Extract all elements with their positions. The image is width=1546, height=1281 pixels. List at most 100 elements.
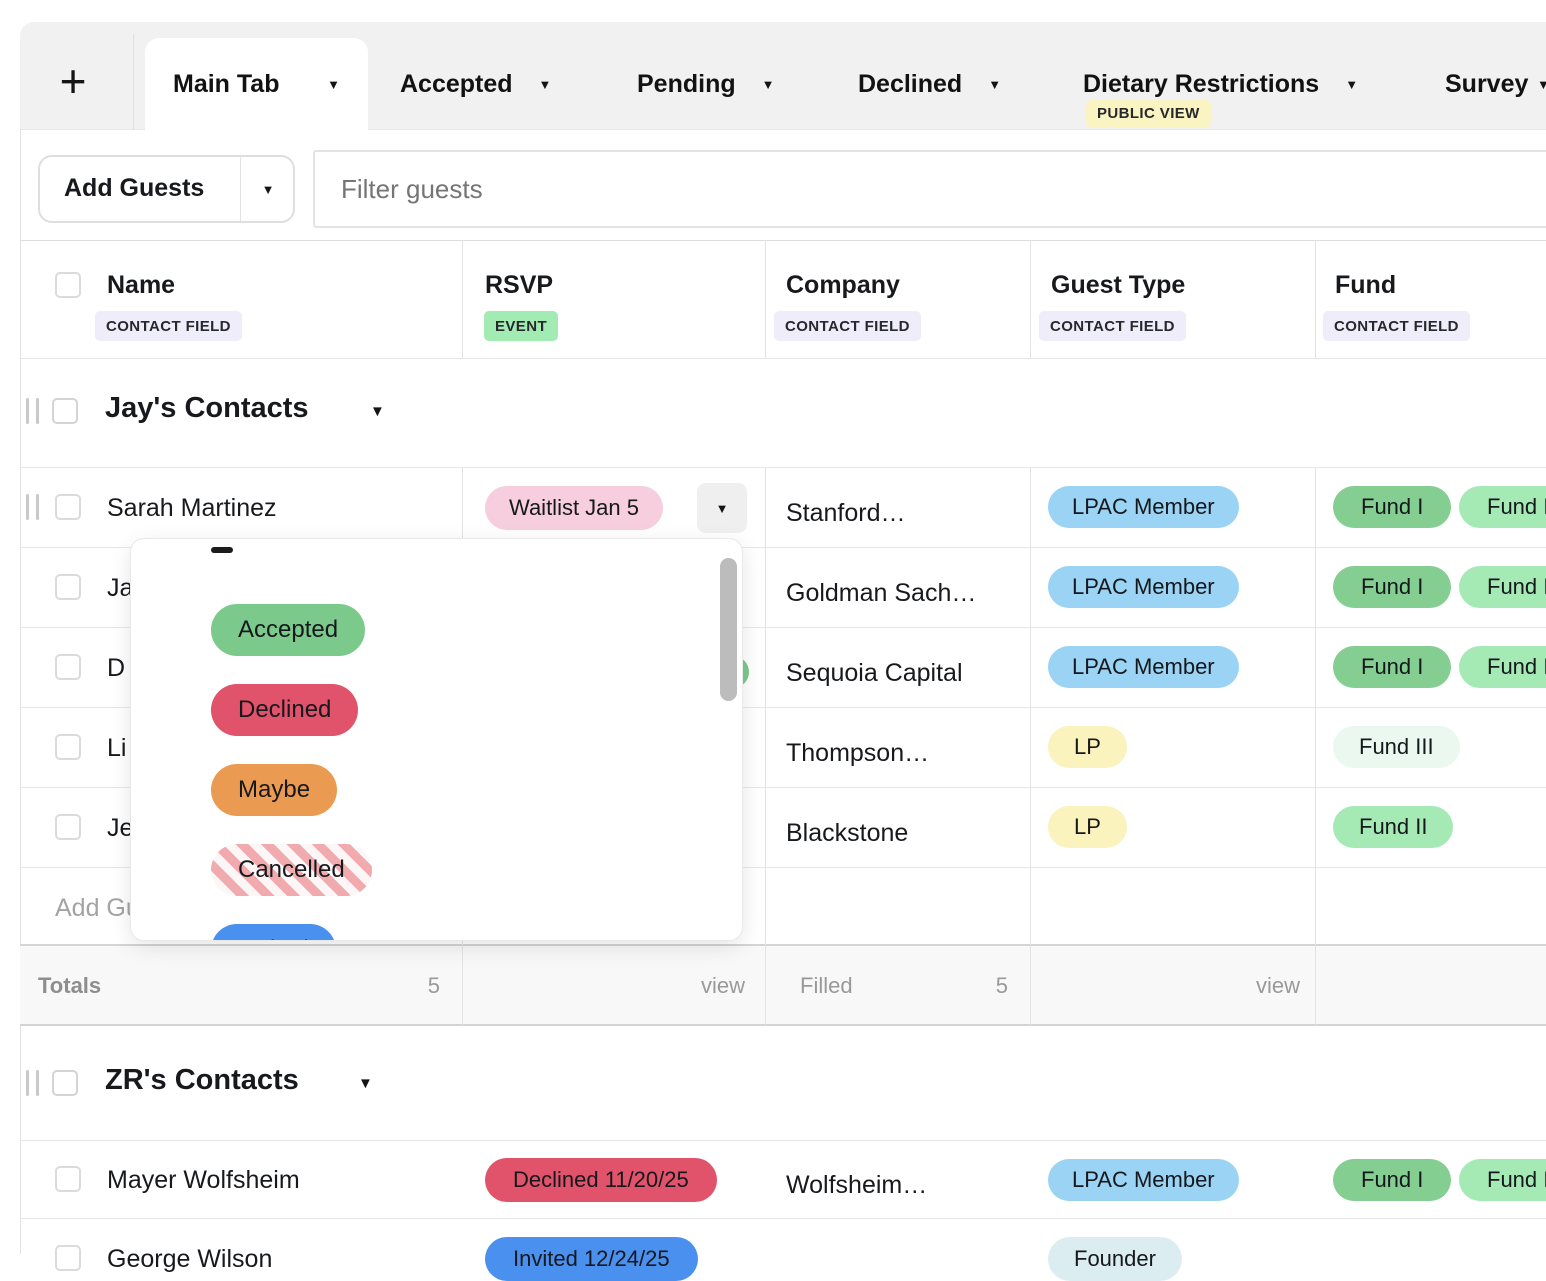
cell-name[interactable]: Sarah Martinez (107, 493, 277, 524)
clear-option-dash[interactable] (211, 547, 233, 553)
fund-pill[interactable]: Fund II (1459, 486, 1546, 528)
fund-pill[interactable]: Fund III (1333, 726, 1460, 768)
drag-handle-icon[interactable] (26, 494, 39, 520)
sheet-left-border (20, 130, 21, 1254)
guest-table-app: { "icons": { "plus": "+", "caret": "▼" }… (0, 0, 1546, 1254)
rsvp-dropdown-button[interactable]: ▼ (697, 483, 747, 533)
cell-company[interactable]: Blackstone (786, 818, 908, 849)
cell-company[interactable]: Goldman Sach… (786, 578, 976, 609)
cell-name[interactable]: Li (107, 733, 126, 764)
fund-pill[interactable]: Fund I (1333, 1159, 1451, 1201)
fund-pill[interactable]: Fund I (1333, 646, 1451, 688)
fund-pill[interactable]: Fund I (1333, 566, 1451, 608)
totals-filled-count: 5 (948, 973, 1008, 999)
column-header-rsvp: RSVP (485, 270, 553, 301)
group-checkbox[interactable] (52, 398, 78, 424)
row-checkbox[interactable] (55, 814, 81, 840)
rsvp-pill[interactable]: Invited 12/24/25 (485, 1237, 698, 1281)
guest-type-pill[interactable]: LPAC Member (1048, 566, 1239, 608)
tab-pending[interactable]: Pending ▼ (637, 67, 774, 101)
event-badge: EVENT (484, 311, 558, 341)
fund-pill[interactable]: Fund II (1459, 1159, 1546, 1201)
group-chevron-down-icon[interactable]: ▼ (370, 404, 385, 419)
cell-name[interactable]: George Wilson (107, 1244, 272, 1275)
tab-declined[interactable]: Declined ▼ (858, 67, 1001, 101)
fund-pill[interactable]: Fund II (1459, 566, 1546, 608)
totals-row-background (20, 946, 1546, 1025)
select-all-checkbox[interactable] (55, 272, 81, 298)
guest-type-pill[interactable]: LPAC Member (1048, 1159, 1239, 1201)
totals-filled-label: Filled (800, 973, 853, 999)
chevron-down-icon: ▼ (762, 78, 775, 91)
rsvp-pill[interactable]: Waitlist Jan 5 (485, 486, 663, 530)
guest-type-pill[interactable]: LPAC Member (1048, 646, 1239, 688)
filter-guests-input[interactable] (313, 150, 1546, 228)
guest-type-pill[interactable]: LP (1048, 806, 1127, 848)
grid-line (20, 358, 1546, 359)
rsvp-option-invited[interactable]: Invited (211, 924, 336, 941)
tab-label: Survey (1445, 70, 1528, 99)
totals-top-border (20, 944, 1546, 946)
rsvp-options-dropdown: Accepted Declined Maybe Cancelled Invite… (130, 538, 743, 941)
tab-main-active[interactable]: Main Tab ▼ (145, 38, 368, 131)
add-guests-button[interactable]: Add Guests (40, 157, 240, 221)
rsvp-pill[interactable]: Declined 11/20/25 (485, 1158, 717, 1202)
fund-pill[interactable]: Fund II (1459, 646, 1546, 688)
contact-field-badge: CONTACT FIELD (1323, 311, 1470, 341)
grid-line (20, 240, 1546, 241)
chevron-down-icon: ▼ (1537, 78, 1546, 91)
column-divider (1315, 467, 1316, 1025)
column-divider (1030, 467, 1031, 1025)
add-guests-dropdown-button[interactable]: ▼ (241, 157, 295, 221)
totals-bottom-border (20, 1024, 1546, 1026)
cell-company[interactable]: Wolfsheim… (786, 1170, 927, 1201)
contact-field-badge: CONTACT FIELD (95, 311, 242, 341)
cell-company[interactable]: Thompson… (786, 738, 929, 769)
cell-name[interactable]: D (107, 653, 125, 684)
rsvp-option-cancelled[interactable]: Cancelled (211, 844, 372, 896)
add-guests-split-button: Add Guests ▼ (38, 155, 295, 223)
row-checkbox[interactable] (55, 1166, 81, 1192)
row-checkbox[interactable] (55, 574, 81, 600)
tab-survey[interactable]: Survey (1445, 67, 1528, 101)
cell-company[interactable]: Stanford… (786, 498, 906, 529)
dropdown-scrollbar[interactable] (720, 558, 737, 701)
group-checkbox[interactable] (52, 1070, 78, 1096)
fund-pill[interactable]: Fund II (1333, 806, 1453, 848)
row-checkbox[interactable] (55, 734, 81, 760)
row-checkbox[interactable] (55, 494, 81, 520)
tab-label: Pending (637, 70, 736, 99)
contact-field-badge: CONTACT FIELD (774, 311, 921, 341)
grid-line (20, 1218, 1546, 1219)
totals-guest-type-view-link[interactable]: view (1200, 973, 1300, 999)
row-checkbox[interactable] (55, 1245, 81, 1271)
rsvp-option-maybe[interactable]: Maybe (211, 764, 337, 816)
guest-type-pill[interactable]: Founder (1048, 1237, 1182, 1281)
group-title: ZR's Contacts (105, 1064, 299, 1097)
drag-handle-icon[interactable] (26, 398, 39, 424)
group-chevron-down-icon[interactable]: ▼ (358, 1076, 373, 1091)
cell-name[interactable]: Mayer Wolfsheim (107, 1165, 300, 1196)
column-divider (765, 467, 766, 1025)
guest-type-pill[interactable]: LPAC Member (1048, 486, 1239, 528)
tab-strip-divider (133, 34, 134, 130)
group-title: Jay's Contacts (105, 392, 309, 425)
cell-company[interactable]: Sequoia Capital (786, 658, 963, 689)
chevron-down-icon: ▼ (716, 502, 729, 515)
contact-field-badge: CONTACT FIELD (1039, 311, 1186, 341)
tab-dietary-restrictions[interactable]: Dietary Restrictions ▼ (1083, 67, 1358, 101)
drag-handle-icon[interactable] (26, 1070, 39, 1096)
totals-name-count: 5 (380, 973, 440, 999)
column-divider (1315, 240, 1316, 358)
column-divider (462, 240, 463, 358)
add-tab-button[interactable]: + (42, 50, 104, 112)
tab-accepted[interactable]: Accepted ▼ (400, 67, 551, 101)
column-header-name: Name (107, 270, 175, 301)
rsvp-option-accepted[interactable]: Accepted (211, 604, 365, 656)
guest-type-pill[interactable]: LP (1048, 726, 1127, 768)
fund-pill[interactable]: Fund I (1333, 486, 1451, 528)
row-checkbox[interactable] (55, 654, 81, 680)
totals-rsvp-view-link[interactable]: view (645, 973, 745, 999)
grid-line (20, 1140, 1546, 1141)
rsvp-option-declined[interactable]: Declined (211, 684, 358, 736)
